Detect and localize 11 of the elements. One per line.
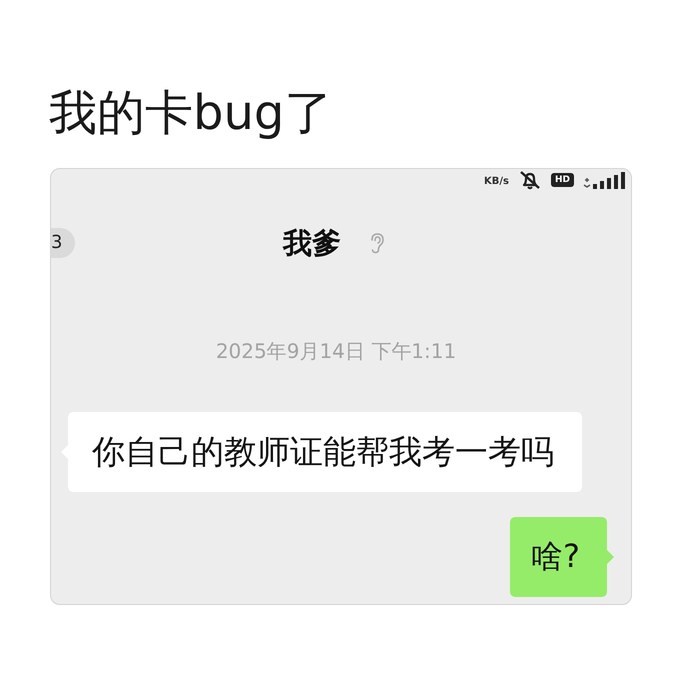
signal-icon — [583, 171, 627, 189]
unread-count-badge[interactable]: 3 — [51, 228, 75, 258]
ear-icon — [369, 232, 385, 254]
hd-badge: HD — [550, 173, 574, 187]
muted-bell-icon — [518, 170, 542, 190]
post-caption: 我的卡bug了 — [49, 84, 332, 142]
sent-message-bubble: 啥? — [510, 517, 614, 597]
chat-title: 我爹 — [283, 225, 341, 262]
received-message-bubble: 你自己的教师证能帮我考一考吗 — [61, 412, 582, 492]
message-timestamp: 2025年9月14日 下午1:11 — [216, 339, 456, 363]
network-speed-unit: KB/s — [484, 176, 509, 188]
